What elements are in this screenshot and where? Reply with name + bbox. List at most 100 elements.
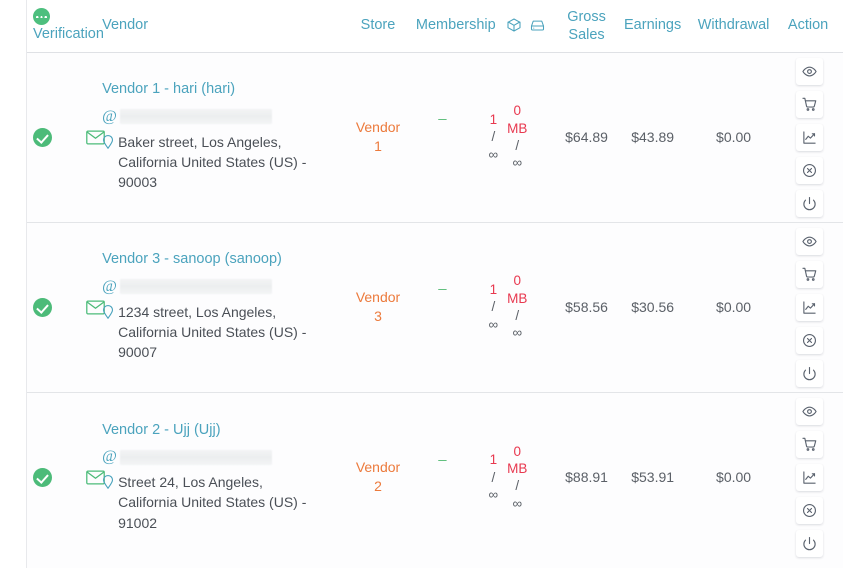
view-orders-button[interactable] xyxy=(795,260,823,288)
cell-vendor: Vendor 1 - hari (hari) @ Baker street, L… xyxy=(93,52,347,223)
disable-vendor-button[interactable] xyxy=(795,496,823,524)
column-header-gross-sales-line2: Sales xyxy=(568,26,605,43)
vendor-email: @ xyxy=(102,278,346,295)
quota-group: 1 / ∞ 0 MB / ∞ xyxy=(489,272,528,341)
product-quota-slash: / xyxy=(491,129,496,145)
cell-vendor: Vendor 2 - Ujj (Ujj) @ Street 24, Los An… xyxy=(93,392,347,562)
storage-quota: 0 MB / ∞ xyxy=(507,443,527,512)
view-vendor-button[interactable] xyxy=(795,227,823,255)
cell-earnings: $30.56 xyxy=(617,222,688,393)
table-row: Vendor 3 - sanoop (sanoop) @ 1234 street… xyxy=(27,222,843,393)
vendor-address: Street 24, Los Angeles, California Unite… xyxy=(102,472,346,533)
column-header-action-label: Action xyxy=(787,17,829,33)
column-header-vendor[interactable]: Vendor xyxy=(93,0,347,53)
table-row: Vendor 2 - Ujj (Ujj) @ Street 24, Los An… xyxy=(27,392,843,562)
view-vendor-button[interactable] xyxy=(795,57,823,85)
vendor-email: @ xyxy=(102,108,346,125)
cell-vendor: Vendor 3 - sanoop (sanoop) @ 1234 street… xyxy=(93,222,347,393)
column-header-gross-sales-line1: Gross xyxy=(567,8,606,25)
cell-earnings: $53.91 xyxy=(617,392,688,562)
store-link[interactable]: Vendor 3 xyxy=(356,288,400,326)
power-icon xyxy=(802,366,816,380)
check-circle-icon[interactable] xyxy=(33,127,52,147)
view-reports-button[interactable] xyxy=(795,463,823,491)
withdrawal-value: $0.00 xyxy=(716,129,752,145)
toggle-vendor-status-button[interactable] xyxy=(795,189,823,217)
chart-icon xyxy=(802,300,816,314)
location-pin-icon xyxy=(102,304,114,324)
chart-icon xyxy=(802,471,816,484)
disable-vendor-button[interactable] xyxy=(795,156,823,184)
column-header-gross-sales[interactable]: Gross Sales xyxy=(555,0,618,53)
vendor-email-redacted xyxy=(119,449,272,465)
products-limit: ∞ xyxy=(488,316,499,332)
vendor-email-redacted xyxy=(119,279,272,295)
verification-status-icon xyxy=(33,8,50,26)
toggle-vendor-status-button[interactable] xyxy=(795,529,823,557)
membership-value: – xyxy=(438,451,447,469)
toggle-vendor-status-button[interactable] xyxy=(795,359,823,387)
vendor-address-text: Baker street, Los Angeles, California Un… xyxy=(118,133,307,191)
table-row: Vendor 1 - hari (hari) @ Baker street, L… xyxy=(27,52,843,223)
eye-icon xyxy=(801,406,817,417)
shopping-cart-icon xyxy=(801,97,816,111)
column-header-earnings-label: Earnings xyxy=(624,17,682,33)
view-vendor-button[interactable] xyxy=(795,397,823,425)
storage-limit: / ∞ xyxy=(512,138,523,171)
hard-drive-icon xyxy=(530,20,544,31)
vendor-list-page: Verification Vendor Store Membership Gro… xyxy=(0,0,843,568)
column-header-membership[interactable]: Membership xyxy=(409,0,556,53)
store-name-line2: 3 xyxy=(374,308,382,324)
vendor-name-link[interactable]: Vendor 1 - hari (hari) xyxy=(102,81,346,98)
store-link[interactable]: Vendor 1 xyxy=(356,118,400,156)
column-header-verification[interactable]: Verification xyxy=(27,0,104,53)
left-rail-divider xyxy=(0,0,27,568)
view-orders-button[interactable] xyxy=(795,430,823,458)
earnings-value: $43.89 xyxy=(631,129,675,145)
storage-limit-value: ∞ xyxy=(512,155,523,171)
vendors-table: Verification Vendor Store Membership Gro… xyxy=(27,0,843,562)
store-link[interactable]: Vendor 2 xyxy=(356,458,400,496)
location-pin-icon xyxy=(102,474,114,494)
cell-verification xyxy=(27,222,105,393)
check-circle-icon[interactable] xyxy=(33,467,52,487)
vendor-address: Baker street, Los Angeles, California Un… xyxy=(102,132,346,193)
earnings-value: $53.91 xyxy=(631,469,675,486)
action-button-stack xyxy=(795,397,823,557)
disable-vendor-button[interactable] xyxy=(795,326,823,354)
view-reports-button[interactable] xyxy=(795,293,823,321)
storage-used: 0 xyxy=(513,273,522,289)
table-body: Vendor 1 - hari (hari) @ Baker street, L… xyxy=(27,52,843,562)
quota-group: 1 / ∞ 0 MB / ∞ xyxy=(489,102,528,171)
product-quota: 1 / ∞ xyxy=(489,111,499,163)
column-header-vendor-label: Vendor xyxy=(102,17,149,33)
storage-limit: / ∞ xyxy=(512,308,523,341)
column-header-store[interactable]: Store xyxy=(346,0,410,53)
check-circle-icon[interactable] xyxy=(33,297,52,317)
cell-store: Vendor 3 xyxy=(346,222,410,393)
products-limit: ∞ xyxy=(488,146,499,162)
cell-gross-sales: $58.56 xyxy=(555,222,618,393)
column-header-withdrawal-label: Withdrawal xyxy=(697,17,770,33)
vendor-address-text: Street 24, Los Angeles, California Unite… xyxy=(118,474,307,531)
vendor-name-link[interactable]: Vendor 2 - Ujj (Ujj) xyxy=(102,422,346,439)
product-quota: 1 / ∞ xyxy=(489,451,499,503)
vendor-name-link[interactable]: Vendor 3 - sanoop (sanoop) xyxy=(102,251,346,268)
cell-gross-sales: $88.91 xyxy=(555,392,618,562)
view-orders-button[interactable] xyxy=(795,90,823,118)
vendors-table-container: Verification Vendor Store Membership Gro… xyxy=(27,0,843,568)
column-header-withdrawal[interactable]: Withdrawal xyxy=(687,0,780,53)
cell-store: Vendor 2 xyxy=(346,392,410,562)
store-name-line1: Vendor xyxy=(355,459,401,476)
view-reports-button[interactable] xyxy=(795,123,823,151)
column-header-earnings[interactable]: Earnings xyxy=(617,0,688,53)
withdrawal-value: $0.00 xyxy=(716,469,752,486)
gross-sales-value: $88.91 xyxy=(565,469,608,486)
header-row: Verification Vendor Store Membership Gro… xyxy=(27,0,843,53)
cell-membership: – 1 / ∞ 0 MB / ∞ xyxy=(409,222,556,393)
action-button-stack xyxy=(795,227,823,387)
cell-membership: – 1 / ∞ 0 MB / ∞ xyxy=(409,392,556,562)
table-header: Verification Vendor Store Membership Gro… xyxy=(27,0,843,53)
product-quota: 1 / ∞ xyxy=(489,281,499,333)
store-name-line2: 1 xyxy=(374,138,382,154)
